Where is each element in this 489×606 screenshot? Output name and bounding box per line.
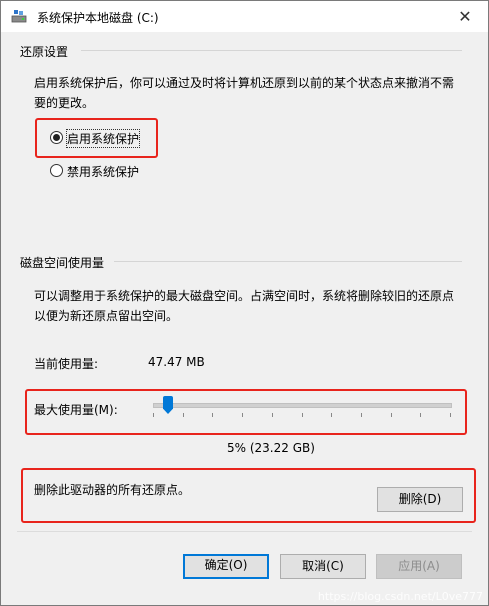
disk-description: 可以调整用于系统保护的最大磁盘空间。占满空间时，系统将删除较旧的还原点 以便为新…: [34, 286, 454, 326]
disk-description-line1: 可以调整用于系统保护的最大磁盘空间。占满空间时，系统将删除较旧的还原点: [34, 289, 455, 303]
drive-shield-icon: [11, 9, 27, 23]
slider-tick: [242, 413, 243, 417]
restore-description-line1: 启用系统保护后，你可以通过及时将计算机还原到以前的某个状态点来撤消不需: [34, 76, 455, 90]
disable-protection-radio[interactable]: [50, 164, 63, 177]
slider-tick: [212, 413, 213, 417]
disk-usage-heading: 磁盘空间使用量: [20, 256, 105, 270]
disk-description-line2: 以便为新还原点留出空间。: [34, 309, 179, 323]
restore-settings-divider: [81, 50, 462, 51]
max-usage-slider-track[interactable]: [153, 403, 452, 408]
watermark: https://blog.csdn.net/L0ve777: [317, 590, 483, 603]
slider-tick: [391, 413, 392, 417]
current-usage-label: 当前使用量:: [34, 357, 99, 371]
delete-description: 删除此驱动器的所有还原点。: [34, 483, 191, 497]
enable-protection-label[interactable]: 启用系统保护: [65, 129, 141, 148]
delete-button[interactable]: 删除(D): [377, 487, 463, 512]
enable-protection-radio[interactable]: [50, 131, 63, 144]
title-bar: 系统保护本地磁盘 (C:) ✕: [1, 1, 488, 32]
slider-tick: [183, 413, 184, 417]
restore-description: 启用系统保护后，你可以通过及时将计算机还原到以前的某个状态点来撤消不需 要的更改…: [34, 73, 454, 113]
apply-button[interactable]: 应用(A): [376, 554, 462, 579]
slider-tick: [420, 413, 421, 417]
slider-tick: [331, 413, 332, 417]
slider-tick: [450, 413, 451, 417]
system-protection-dialog: 系统保护本地磁盘 (C:) ✕ 还原设置 启用系统保护后，你可以通过及时将计算机…: [0, 0, 489, 606]
slider-tick: [272, 413, 273, 417]
footer-divider: [17, 531, 472, 532]
slider-tick: [302, 413, 303, 417]
current-usage-value: 47.47 MB: [148, 355, 205, 369]
slider-tick: [153, 413, 154, 417]
max-usage-value: 5% (23.22 GB): [227, 441, 315, 455]
window-title: 系统保护本地磁盘 (C:): [37, 11, 159, 25]
slider-tick: [361, 413, 362, 417]
close-icon[interactable]: ✕: [442, 1, 488, 32]
disable-protection-label[interactable]: 禁用系统保护: [67, 163, 139, 180]
restore-description-line2: 要的更改。: [34, 96, 95, 110]
max-usage-label: 最大使用量(M):: [34, 403, 118, 417]
cancel-button[interactable]: 取消(C): [280, 554, 366, 579]
restore-settings-heading: 还原设置: [20, 45, 69, 59]
ok-button[interactable]: 确定(O): [183, 554, 269, 579]
disk-usage-divider: [114, 261, 462, 262]
